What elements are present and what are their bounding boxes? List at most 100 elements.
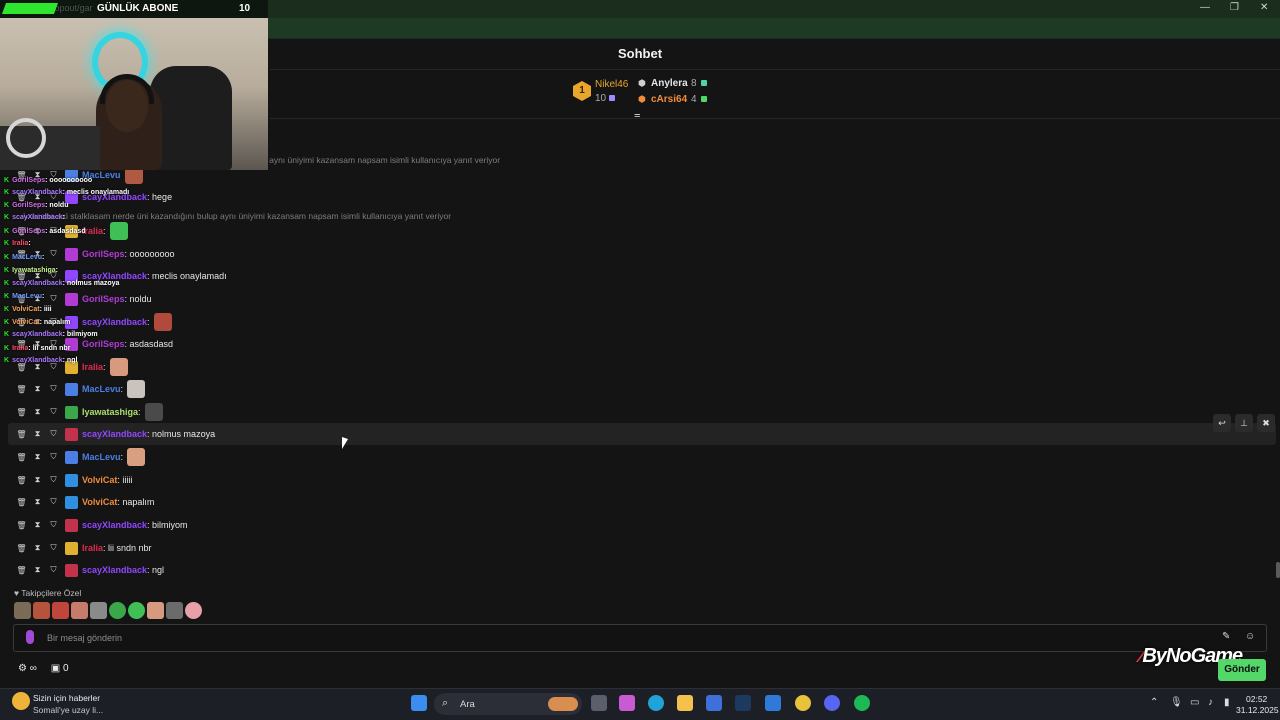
close-button[interactable]: ✕: [1260, 2, 1268, 13]
news-title[interactable]: Sizin için haberler: [33, 693, 100, 703]
username[interactable]: MacLevu: [82, 452, 121, 462]
chrome-icon[interactable]: [795, 695, 811, 711]
trash-icon[interactable]: 🗑: [16, 385, 27, 394]
trash-icon[interactable]: 🗑: [16, 476, 27, 485]
chat-row[interactable]: 🗑 ⧗ ⛉ MacLevu:: [8, 446, 1276, 468]
leader-2-name[interactable]: Anylera: [651, 78, 688, 89]
emote[interactable]: [109, 602, 126, 619]
leader-3-name[interactable]: cArsi64: [651, 94, 687, 105]
timeout-icon[interactable]: ⧗: [32, 520, 43, 530]
store-icon[interactable]: [706, 695, 722, 711]
timeout-icon[interactable]: ⧗: [32, 407, 43, 417]
shield-icon[interactable]: ⛉: [48, 294, 59, 304]
shield-icon[interactable]: ⛉: [48, 520, 59, 530]
volume-icon[interactable]: ♪: [1208, 697, 1213, 708]
chat-row[interactable]: 🗑 ⧗ ⛉ MacLevu:: [8, 378, 1276, 400]
emote[interactable]: [71, 602, 88, 619]
chat-row[interactable]: 🗑 ⧗ ⛉ Iralia:: [8, 356, 1276, 378]
timeout-icon[interactable]: ⧗: [32, 429, 43, 439]
chat-row[interactable]: 🗑 ⧗ ⛉ scayXlandback: ngl: [8, 559, 1276, 581]
username[interactable]: GorilSeps: [82, 294, 125, 304]
username[interactable]: GorilSeps: [82, 339, 125, 349]
chat-row[interactable]: 🗑 ⧗ ⛉ VolviCat: iiiii: [8, 469, 1276, 491]
username[interactable]: scayXlandback: [82, 565, 147, 575]
shield-icon[interactable]: ⛉: [48, 249, 59, 259]
timeout-icon[interactable]: ⧗: [32, 384, 43, 394]
trash-icon[interactable]: 🗑: [16, 408, 27, 417]
chat-row[interactable]: 🗑 ⧗ ⛉ scayXlandback: meclis onaylamadı: [8, 265, 1276, 287]
filter-icon[interactable]: ≡: [634, 111, 640, 123]
discord-icon[interactable]: [824, 695, 840, 711]
username[interactable]: scayXlandback: [82, 429, 147, 439]
chat-row[interactable]: 🗑 ⧗ ⛉ Iyawatashiga:: [8, 401, 1276, 423]
chat-row[interactable]: 🗑 ⧗ ⛉ scayXlandback: bilmiyom: [8, 514, 1276, 536]
restore-button[interactable]: ❐: [1230, 2, 1239, 13]
copilot-icon[interactable]: [619, 695, 635, 711]
timeout-icon[interactable]: ⧗: [32, 565, 43, 575]
chat-row[interactable]: 🗑 ⧗ ⛉ VolviCat: napalım: [8, 491, 1276, 513]
timeout-icon[interactable]: ⧗: [32, 452, 43, 462]
shield-icon[interactable]: ⛉: [48, 475, 59, 485]
shield-icon[interactable]: ⛉: [48, 429, 59, 439]
spotify-icon[interactable]: [854, 695, 870, 711]
shield-icon[interactable]: ⛉: [48, 497, 59, 507]
task-view-icon[interactable]: [591, 695, 607, 711]
username[interactable]: Iyawatashiga: [82, 407, 138, 417]
shield-icon[interactable]: ⛉: [48, 407, 59, 417]
chat-row[interactable]: 🗑 ⧗ ⛉ GorilSeps: ooooooooo: [8, 243, 1276, 265]
chat-row[interactable]: 🗑 ⧗ ⛉ GorilSeps: asdasdasd: [8, 333, 1276, 355]
mic-tray-icon[interactable]: 🎙: [1170, 697, 1183, 708]
shield-icon[interactable]: ⛉: [48, 543, 59, 553]
trash-icon[interactable]: 🗑: [16, 498, 27, 507]
chat-row[interactable]: 🗑 ⧗ ⛉ scayXlandback: nolmus mazoya: [8, 423, 1276, 445]
scrollbar[interactable]: [1276, 562, 1280, 578]
send-button[interactable]: Gönder: [1218, 659, 1266, 681]
steam-icon[interactable]: [735, 695, 751, 711]
emote[interactable]: [14, 602, 31, 619]
chat-row[interactable]: 🗑 ⧗ ⛉ scayXlandback: hege: [8, 186, 1276, 208]
emote[interactable]: [128, 602, 145, 619]
news-widget-icon[interactable]: [12, 692, 30, 710]
network-icon[interactable]: ▭: [1190, 697, 1199, 708]
message-input[interactable]: [13, 624, 1267, 652]
reply-icon[interactable]: ↩: [1213, 414, 1231, 432]
emote[interactable]: [90, 602, 107, 619]
trash-icon[interactable]: 🗑: [16, 521, 27, 530]
delete-icon[interactable]: ✖: [1257, 414, 1275, 432]
emoji-icon[interactable]: ☺: [1245, 631, 1255, 642]
username[interactable]: Iralia: [82, 543, 103, 553]
chat-row[interactable]: 🗑 ⧗ ⛉ GorilSeps: noldu: [8, 288, 1276, 310]
username[interactable]: MacLevu: [82, 384, 121, 394]
username[interactable]: VolviCat: [82, 475, 117, 485]
pin-icon[interactable]: ⊥: [1235, 414, 1253, 432]
username[interactable]: Iralia: [82, 362, 103, 372]
trash-icon[interactable]: 🗑: [16, 566, 27, 575]
username[interactable]: scayXlandback: [82, 520, 147, 530]
news-subtitle[interactable]: Somali'ye uzay li...: [33, 705, 103, 715]
timeout-icon[interactable]: ⧗: [32, 543, 43, 553]
clock-time[interactable]: 02:52: [1246, 694, 1267, 704]
mail-icon[interactable]: [765, 695, 781, 711]
translate-icon[interactable]: ✎: [1222, 631, 1230, 642]
trash-icon[interactable]: 🗑: [16, 430, 27, 439]
timeout-icon[interactable]: ⧗: [32, 475, 43, 485]
battery-icon[interactable]: ▮: [1224, 697, 1230, 708]
leader-1-name[interactable]: Nikel46: [595, 79, 628, 90]
username[interactable]: scayXlandback: [82, 317, 147, 327]
emote[interactable]: [147, 602, 164, 619]
emote[interactable]: [185, 602, 202, 619]
chat-row[interactable]: 🗑 ⧗ ⛉ Iralia: lii sndn nbr: [8, 537, 1276, 559]
tray-overflow-icon[interactable]: ⌃: [1150, 697, 1158, 708]
timeout-icon[interactable]: ⧗: [32, 497, 43, 507]
trash-icon[interactable]: 🗑: [16, 453, 27, 462]
chat-row[interactable]: 🗑 ⧗ ⛉ Iralia:: [8, 220, 1276, 242]
emote[interactable]: [166, 602, 183, 619]
shield-icon[interactable]: ⛉: [48, 384, 59, 394]
emote[interactable]: [52, 602, 69, 619]
chat-row[interactable]: 🗑 ⧗ ⛉ scayXlandback:: [8, 311, 1276, 333]
minimize-button[interactable]: —: [1200, 2, 1210, 13]
username[interactable]: VolviCat: [82, 497, 117, 507]
trash-icon[interactable]: 🗑: [16, 544, 27, 553]
shield-icon[interactable]: ⛉: [48, 452, 59, 462]
clock-date[interactable]: 31.12.2025: [1236, 705, 1279, 715]
